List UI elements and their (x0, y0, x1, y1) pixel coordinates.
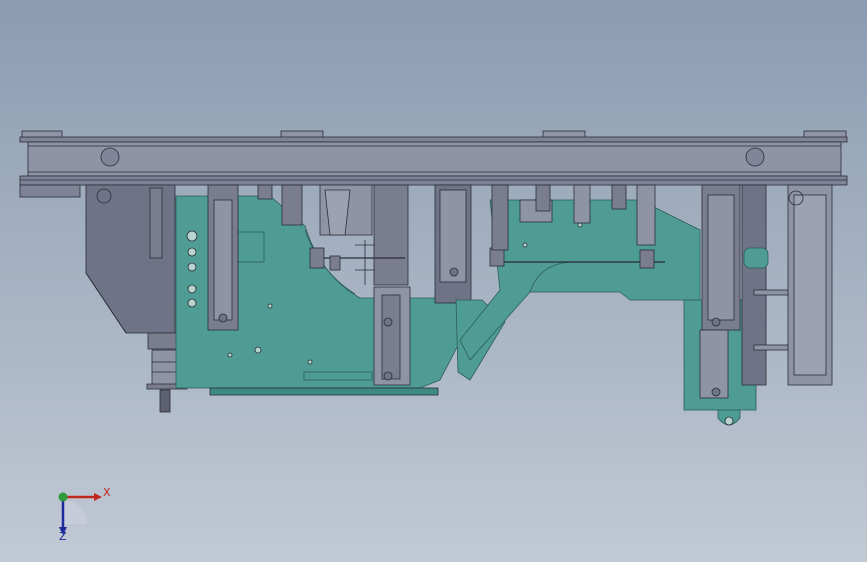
z-axis-label: Z (59, 530, 67, 543)
x-axis-label: X (103, 486, 111, 499)
left-hopper (19, 184, 176, 334)
left-cylinder (207, 184, 239, 331)
cad-viewport[interactable]: X Z (0, 0, 867, 562)
top-beam (19, 130, 848, 186)
assembly-model[interactable] (0, 0, 867, 562)
